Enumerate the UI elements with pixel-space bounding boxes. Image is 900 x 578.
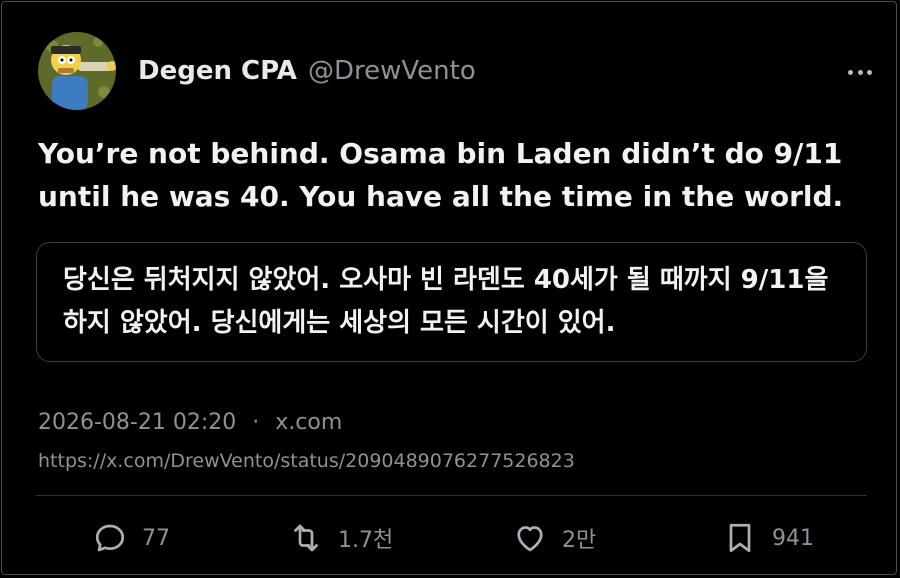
repost-count: 1.7천 xyxy=(338,528,394,553)
avatar[interactable] xyxy=(38,32,116,110)
heart-icon xyxy=(517,526,543,552)
bookmark-button[interactable]: 941 xyxy=(722,514,814,562)
translation-box: 당신은 뒤처지지 않았어. 오사마 빈 라덴도 40세가 될 때까지 9/11을… xyxy=(36,242,867,362)
reply-icon xyxy=(95,524,125,552)
source-label: x.com xyxy=(275,410,343,435)
like-count: 2만 xyxy=(562,528,597,553)
more-horizontal-icon[interactable] xyxy=(848,62,872,82)
author-handle[interactable]: @DrewVento xyxy=(308,56,476,86)
reply-button[interactable]: 77 xyxy=(92,514,170,562)
tweet-meta: 2026-08-21 02:20 · x.com xyxy=(38,410,342,435)
author-display-name[interactable]: Degen CPA xyxy=(138,56,297,86)
timestamp[interactable]: 2026-08-21 02:20 xyxy=(38,410,236,435)
bookmark-icon xyxy=(729,523,751,553)
more-dot xyxy=(857,69,863,75)
more-dot xyxy=(867,69,872,75)
repost-button[interactable]: 1.7천 xyxy=(288,514,393,562)
divider xyxy=(36,495,867,496)
repost-icon xyxy=(294,524,318,552)
meta-separator: · xyxy=(252,410,260,435)
more-dot xyxy=(848,69,853,75)
like-button[interactable]: 2만 xyxy=(512,514,596,562)
tweet-card: Degen CPA @DrewVento You’re not behind. … xyxy=(1,1,897,575)
translation-text: 당신은 뒤처지지 않았어. 오사마 빈 라덴도 40세가 될 때까지 9/11을… xyxy=(63,265,829,338)
reply-count: 77 xyxy=(142,525,170,551)
cartoon-avatar-icon xyxy=(38,32,116,110)
bookmark-count: 941 xyxy=(772,525,814,551)
status-url[interactable]: https://x.com/DrewVento/status/209048907… xyxy=(38,450,575,472)
tweet-text: You’re not behind. Osama bin Laden didn’… xyxy=(38,137,844,213)
